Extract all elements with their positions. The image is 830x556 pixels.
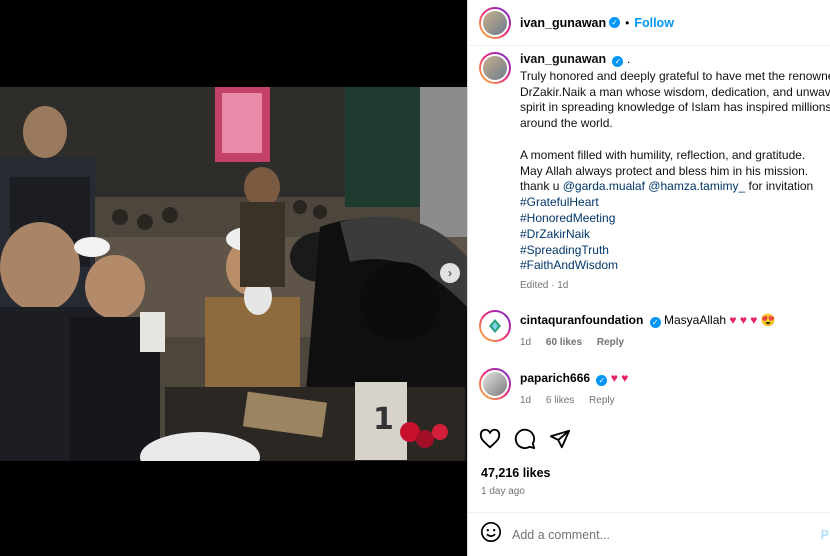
likes-count[interactable]: 47,216 likes <box>481 466 551 480</box>
smiley-icon <box>481 522 501 542</box>
hashtag-link[interactable]: #GratefulHeart <box>520 195 830 211</box>
caption-line: around the world. <box>520 116 613 131</box>
mention-link[interactable]: @hamza.tamimy_ <box>648 179 745 193</box>
comment-time: 1d <box>520 395 532 406</box>
hashtag-link[interactable]: #FaithAndWisdom <box>520 258 830 274</box>
commenter-avatar[interactable] <box>479 368 511 400</box>
comment-input[interactable]: Add a comment... <box>512 528 610 542</box>
foundation-logo-icon <box>489 319 501 333</box>
comment-item: paparich666 ✓ ♥ ♥ 1d 6 likes Reply <box>479 368 824 409</box>
hashtag-link[interactable]: #SpreadingTruth <box>520 243 830 259</box>
hashtag-link[interactable]: #HonoredMeeting <box>520 211 830 227</box>
follow-button[interactable]: Follow <box>634 16 674 30</box>
post-header: ivan_gunawan ✓ • Follow <box>468 0 830 46</box>
chevron-right-icon: › <box>448 266 452 280</box>
author-avatar[interactable] <box>479 6 511 39</box>
comment-time: 1d <box>520 337 532 348</box>
heart-emojis: ♥ ♥ <box>610 371 629 385</box>
caption-line: Truly honored and deeply grateful to hav… <box>520 68 830 83</box>
svg-text:1: 1 <box>373 402 394 437</box>
next-photo-button[interactable]: › <box>440 263 460 283</box>
separator-dot: • <box>625 15 630 30</box>
comment-username[interactable]: paparich666 <box>520 371 590 385</box>
post-time: 1 day ago <box>481 486 525 497</box>
heart-icon <box>479 428 501 449</box>
caption-avatar[interactable] <box>479 52 511 84</box>
heart-emojis: ♥ ♥ ♥ 😍 <box>729 313 776 327</box>
thanks-suffix: for invitation <box>748 179 814 194</box>
event-photo-illustration: 1 <box>0 87 467 461</box>
caption-username[interactable]: ivan_gunawan <box>520 52 606 66</box>
post-panel: ivan_gunawan ✓ • Follow ivan_gunawan ✓ .… <box>467 0 830 556</box>
edited-label: Edited · 1d <box>520 280 569 292</box>
paper-plane-icon <box>549 429 571 449</box>
action-bar <box>479 428 571 450</box>
caption-line: May Allah always protect and bless him i… <box>520 163 809 178</box>
comment-likes[interactable]: 60 likes <box>546 337 582 348</box>
emoji-picker-button[interactable] <box>480 521 502 548</box>
comment-likes[interactable]: 6 likes <box>546 395 574 406</box>
verified-badge-icon: ✓ <box>649 317 661 328</box>
caption-line: DrZakir.Naik a man whose wisdom, dedicat… <box>520 84 830 99</box>
comment-item: cintaquranfoundation ✓ MasyaAllah ♥ ♥ ♥ … <box>479 310 824 351</box>
thanks-prefix: thank u <box>520 179 560 194</box>
comment-bubble-icon <box>514 428 536 450</box>
verified-badge-icon: ✓ <box>612 56 624 67</box>
post-caption: ivan_gunawan ✓ . Truly honored and deepl… <box>479 52 830 294</box>
comment-button[interactable] <box>514 428 536 450</box>
hashtag-link[interactable]: #DrZakirNaik <box>520 227 830 243</box>
post-photo[interactable]: 1 <box>0 87 467 461</box>
mention-link[interactable]: @garda.mualaf <box>563 179 645 193</box>
reply-button[interactable]: Reply <box>597 337 624 348</box>
commenter-avatar[interactable] <box>479 310 511 342</box>
caption-line: A moment filled with humility, reflectio… <box>520 147 806 162</box>
comment-text: MasyaAllah <box>664 313 727 327</box>
verified-badge-icon: ✓ <box>596 375 608 386</box>
post-comment-button[interactable]: P <box>821 528 829 542</box>
like-button[interactable] <box>479 428 501 450</box>
verified-badge-icon: ✓ <box>609 17 621 28</box>
caption-line: spirit in spreading knowledge of Islam h… <box>520 100 830 115</box>
comment-composer: Add a comment... P <box>468 512 830 556</box>
reply-button[interactable]: Reply <box>589 395 615 406</box>
author-username[interactable]: ivan_gunawan <box>520 16 606 30</box>
comment-username[interactable]: cintaquranfoundation <box>520 313 643 327</box>
media-viewer: 1 › <box>0 0 467 556</box>
share-button[interactable] <box>549 428 571 450</box>
